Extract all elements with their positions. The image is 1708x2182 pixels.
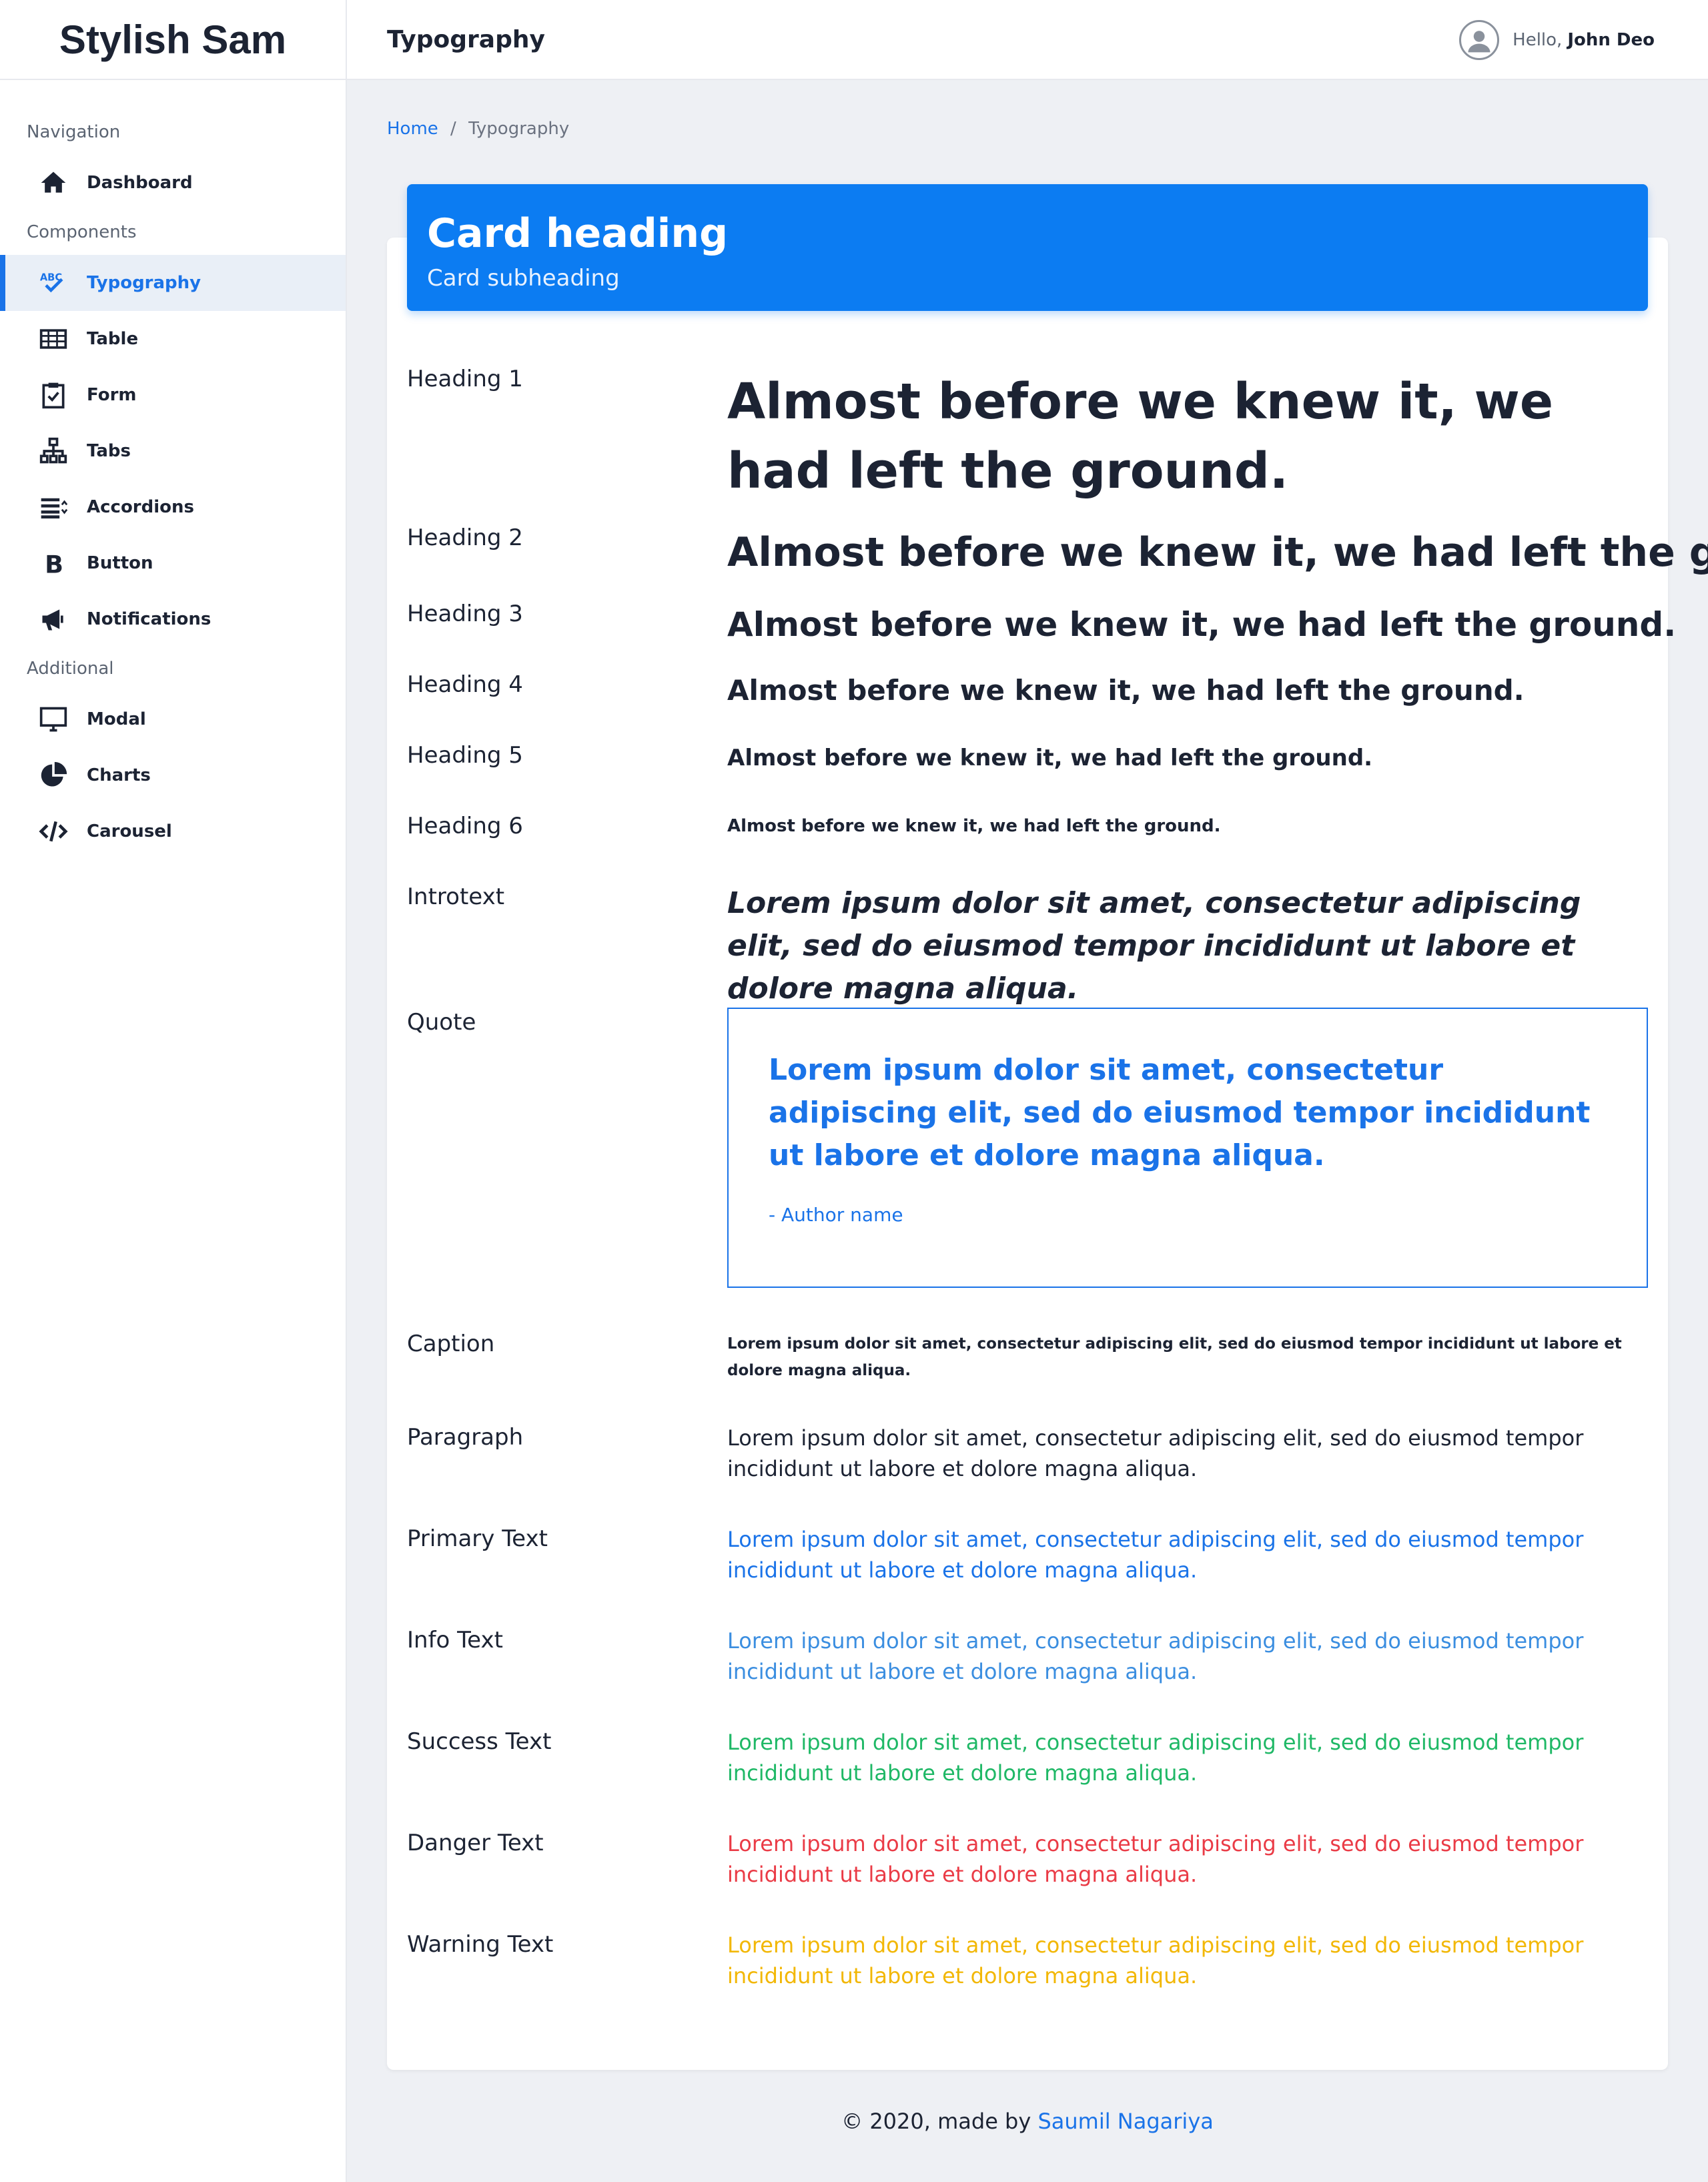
- sidebar-item-label: Table: [87, 329, 139, 349]
- label-heading-1: Heading 1: [407, 366, 523, 392]
- sidebar-item-label: Modal: [87, 709, 146, 729]
- sidebar-item-label: Tabs: [87, 441, 131, 461]
- sample-paragraph: Lorem ipsum dolor sit amet, consectetur …: [727, 1425, 1584, 1481]
- quote-author: - Author name: [769, 1204, 903, 1226]
- sidebar-item-carousel[interactable]: Carousel: [0, 803, 346, 859]
- sitemap-icon: [37, 435, 69, 467]
- home-icon: [37, 167, 69, 199]
- sidebar-item-typography[interactable]: ABC Typography: [0, 255, 346, 311]
- spellcheck-icon: ABC: [37, 267, 69, 299]
- label-heading-3: Heading 3: [407, 601, 523, 627]
- label-heading-4: Heading 4: [407, 671, 523, 698]
- sample-info-text: Lorem ipsum dolor sit amet, consectetur …: [727, 1628, 1584, 1684]
- sample-primary-text: Lorem ipsum dolor sit amet, consectetur …: [727, 1527, 1584, 1583]
- sidebar-item-tabs[interactable]: Tabs: [0, 423, 346, 479]
- label-success-text: Success Text: [407, 1728, 552, 1755]
- code-icon: [37, 815, 69, 847]
- bold-icon: B: [37, 547, 69, 579]
- table-icon: [37, 323, 69, 355]
- sidebar-item-label: Typography: [87, 273, 201, 293]
- label-introtext: Introtext: [407, 883, 505, 910]
- breadcrumb-separator: /: [450, 119, 456, 139]
- sample-heading-1: Almost before we knew it, we had left th…: [727, 373, 1554, 500]
- sample-heading-2: Almost before we knew it, we had left th…: [727, 529, 1708, 576]
- user-icon: [1468, 31, 1490, 53]
- footer-author-link[interactable]: Saumil Nagariya: [1037, 2109, 1213, 2134]
- nav-section-navigation: Navigation: [27, 122, 121, 142]
- sidebar: Stylish Sam Navigation Dashboard Compone…: [0, 0, 347, 2182]
- label-paragraph: Paragraph: [407, 1424, 524, 1451]
- sidebar-item-charts[interactable]: Charts: [0, 747, 346, 803]
- sidebar-item-label: Notifications: [87, 609, 211, 629]
- label-info-text: Info Text: [407, 1627, 503, 1654]
- quote-text: Lorem ipsum dolor sit amet, consectetur …: [769, 1053, 1591, 1172]
- sidebar-item-table[interactable]: Table: [0, 311, 346, 367]
- sidebar-item-label: Dashboard: [87, 173, 193, 193]
- sample-caption: Lorem ipsum dolor sit amet, consectetur …: [727, 1335, 1622, 1379]
- monitor-icon: [37, 703, 69, 735]
- card-header: Card heading Card subheading: [407, 184, 1648, 311]
- breadcrumb-home-link[interactable]: Home: [387, 119, 438, 139]
- nav-section-additional: Additional: [27, 659, 114, 679]
- sample-danger-text: Lorem ipsum dolor sit amet, consectetur …: [727, 1831, 1584, 1887]
- label-caption: Caption: [407, 1331, 495, 1357]
- blockquote: Lorem ipsum dolor sit amet, consectetur …: [727, 1008, 1648, 1288]
- sample-heading-3: Almost before we knew it, we had left th…: [727, 605, 1677, 644]
- sidebar-item-dashboard[interactable]: Dashboard: [0, 155, 346, 211]
- svg-text:B: B: [45, 551, 63, 578]
- sidebar-item-form[interactable]: Form: [0, 367, 346, 423]
- megaphone-icon: [37, 603, 69, 635]
- breadcrumb-current: Typography: [468, 119, 570, 139]
- label-quote: Quote: [407, 1009, 476, 1036]
- label-danger-text: Danger Text: [407, 1830, 544, 1856]
- sample-heading-5: Almost before we knew it, we had left th…: [727, 745, 1373, 771]
- sample-warning-text: Lorem ipsum dolor sit amet, consectetur …: [727, 1932, 1584, 1988]
- label-primary-text: Primary Text: [407, 1525, 548, 1552]
- label-heading-5: Heading 5: [407, 742, 523, 769]
- user-menu[interactable]: Hello, John Deo: [1459, 0, 1655, 80]
- brand-logo[interactable]: Stylish Sam: [0, 0, 346, 80]
- sample-heading-6: Almost before we knew it, we had left th…: [727, 816, 1221, 836]
- avatar[interactable]: [1459, 20, 1500, 60]
- sidebar-item-label: Accordions: [87, 497, 195, 517]
- greeting-text: Hello,: [1513, 30, 1563, 50]
- sidebar-item-label: Form: [87, 385, 137, 405]
- sample-success-text: Lorem ipsum dolor sit amet, consectetur …: [727, 1730, 1584, 1786]
- label-warning-text: Warning Text: [407, 1931, 554, 1958]
- breadcrumb: Home / Typography: [387, 119, 569, 139]
- sidebar-item-modal[interactable]: Modal: [0, 691, 346, 747]
- sidebar-item-label: Button: [87, 553, 153, 573]
- top-bar: Typography Hello, John Deo: [347, 0, 1708, 80]
- footer: © 2020, made by Saumil Nagariya: [347, 2109, 1708, 2134]
- accordion-icon: [37, 491, 69, 523]
- pie-chart-icon: [37, 759, 69, 791]
- sidebar-item-button[interactable]: B Button: [0, 535, 346, 591]
- sidebar-item-accordions[interactable]: Accordions: [0, 479, 346, 535]
- label-heading-6: Heading 6: [407, 813, 523, 839]
- sample-introtext: Lorem ipsum dolor sit amet, consectetur …: [727, 886, 1581, 1006]
- card-heading: Card heading: [427, 210, 729, 257]
- card-subheading: Card subheading: [427, 265, 620, 292]
- sidebar-item-notifications[interactable]: Notifications: [0, 591, 346, 647]
- sample-heading-4: Almost before we knew it, we had left th…: [727, 674, 1525, 707]
- label-heading-2: Heading 2: [407, 524, 523, 551]
- page-title: Typography: [387, 25, 545, 53]
- sidebar-item-label: Charts: [87, 765, 151, 785]
- user-name: John Deo: [1567, 30, 1655, 50]
- clipboard-check-icon: [37, 379, 69, 411]
- sidebar-item-label: Carousel: [87, 821, 172, 841]
- footer-text: © 2020, made by: [841, 2109, 1031, 2134]
- nav-section-components: Components: [27, 222, 137, 242]
